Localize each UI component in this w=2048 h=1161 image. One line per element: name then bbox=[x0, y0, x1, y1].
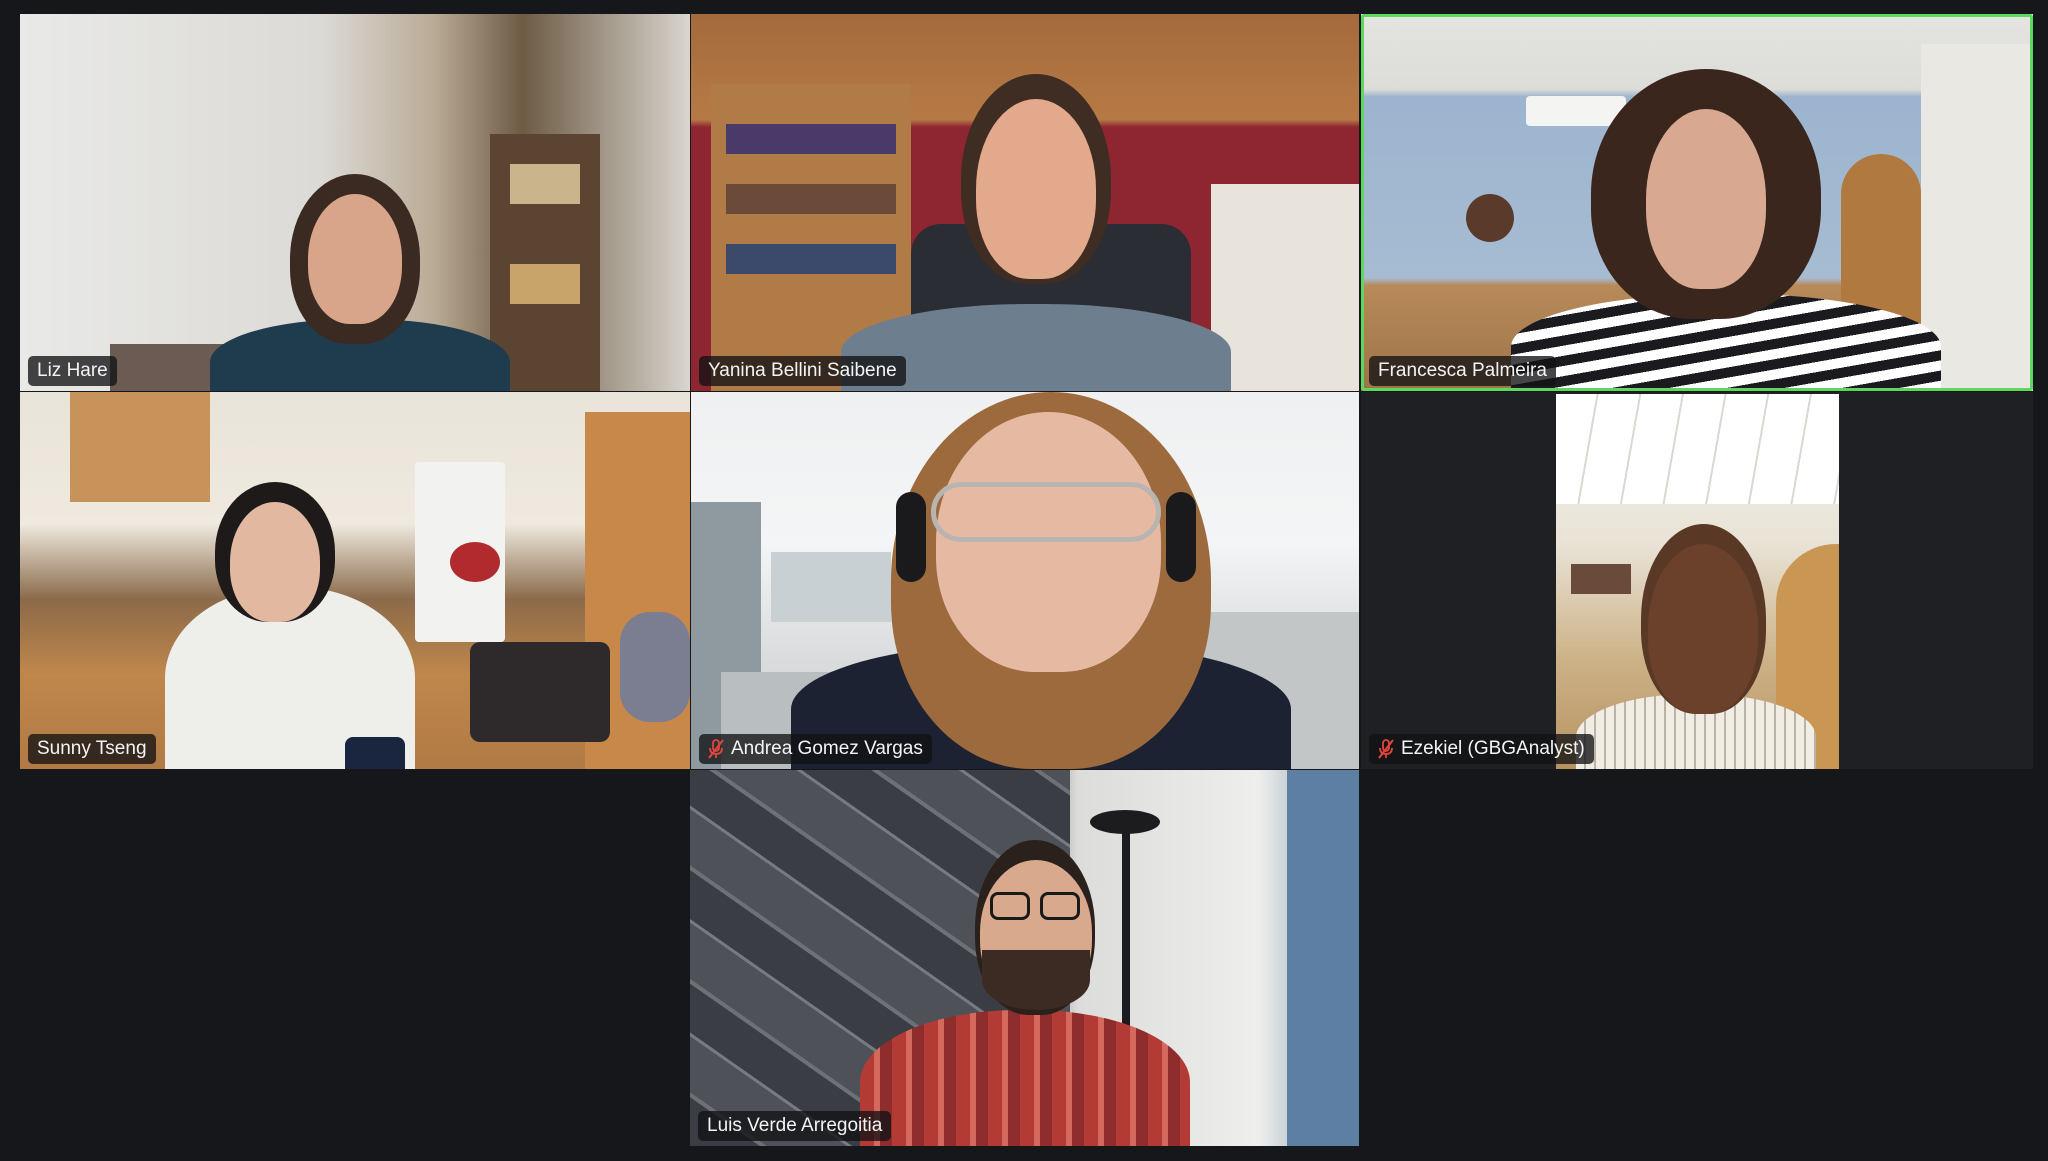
video-tile-andrea-gomez-vargas[interactable]: Andrea Gomez Vargas bbox=[691, 392, 1359, 769]
video-tile-luis-verde-arregoitia[interactable]: Luis Verde Arregoitia bbox=[690, 770, 1359, 1146]
participant-name: Sunny Tseng bbox=[37, 738, 147, 759]
video-tile-francesca-palmeira[interactable]: Francesca Palmeira bbox=[1361, 14, 2033, 391]
name-tag: Andrea Gomez Vargas bbox=[699, 734, 932, 764]
participant-name: Andrea Gomez Vargas bbox=[731, 738, 923, 759]
participant-name: Francesca Palmeira bbox=[1378, 360, 1547, 381]
video-feed bbox=[690, 770, 1359, 1146]
participant-name: Liz Hare bbox=[37, 360, 108, 381]
microphone-muted-icon bbox=[1378, 739, 1394, 759]
name-tag: Francesca Palmeira bbox=[1369, 356, 1556, 386]
name-tag: Ezekiel (GBGAnalyst) bbox=[1369, 734, 1594, 764]
participant-name: Yanina Bellini Saibene bbox=[708, 360, 897, 381]
name-tag: Luis Verde Arregoitia bbox=[698, 1111, 892, 1141]
video-feed bbox=[691, 14, 1359, 391]
video-tile-liz-hare[interactable]: Liz Hare bbox=[20, 14, 690, 391]
gallery-view: Liz Hare Yanina Bellini Saibene Francesc… bbox=[0, 0, 2048, 1161]
video-feed bbox=[20, 392, 690, 769]
video-feed bbox=[1556, 394, 1839, 769]
video-feed bbox=[20, 14, 690, 391]
video-tile-ezekiel[interactable]: Ezekiel (GBGAnalyst) bbox=[1361, 392, 2033, 769]
participant-name: Ezekiel (GBGAnalyst) bbox=[1401, 738, 1585, 759]
video-feed bbox=[691, 392, 1359, 769]
video-tile-sunny-tseng[interactable]: Sunny Tseng bbox=[20, 392, 690, 769]
microphone-muted-icon bbox=[708, 739, 724, 759]
name-tag: Sunny Tseng bbox=[28, 734, 156, 764]
name-tag: Yanina Bellini Saibene bbox=[699, 356, 906, 386]
participant-name: Luis Verde Arregoitia bbox=[707, 1115, 883, 1136]
video-tile-yanina-bellini-saibene[interactable]: Yanina Bellini Saibene bbox=[691, 14, 1359, 391]
name-tag: Liz Hare bbox=[28, 356, 117, 386]
video-feed bbox=[1361, 14, 2033, 391]
